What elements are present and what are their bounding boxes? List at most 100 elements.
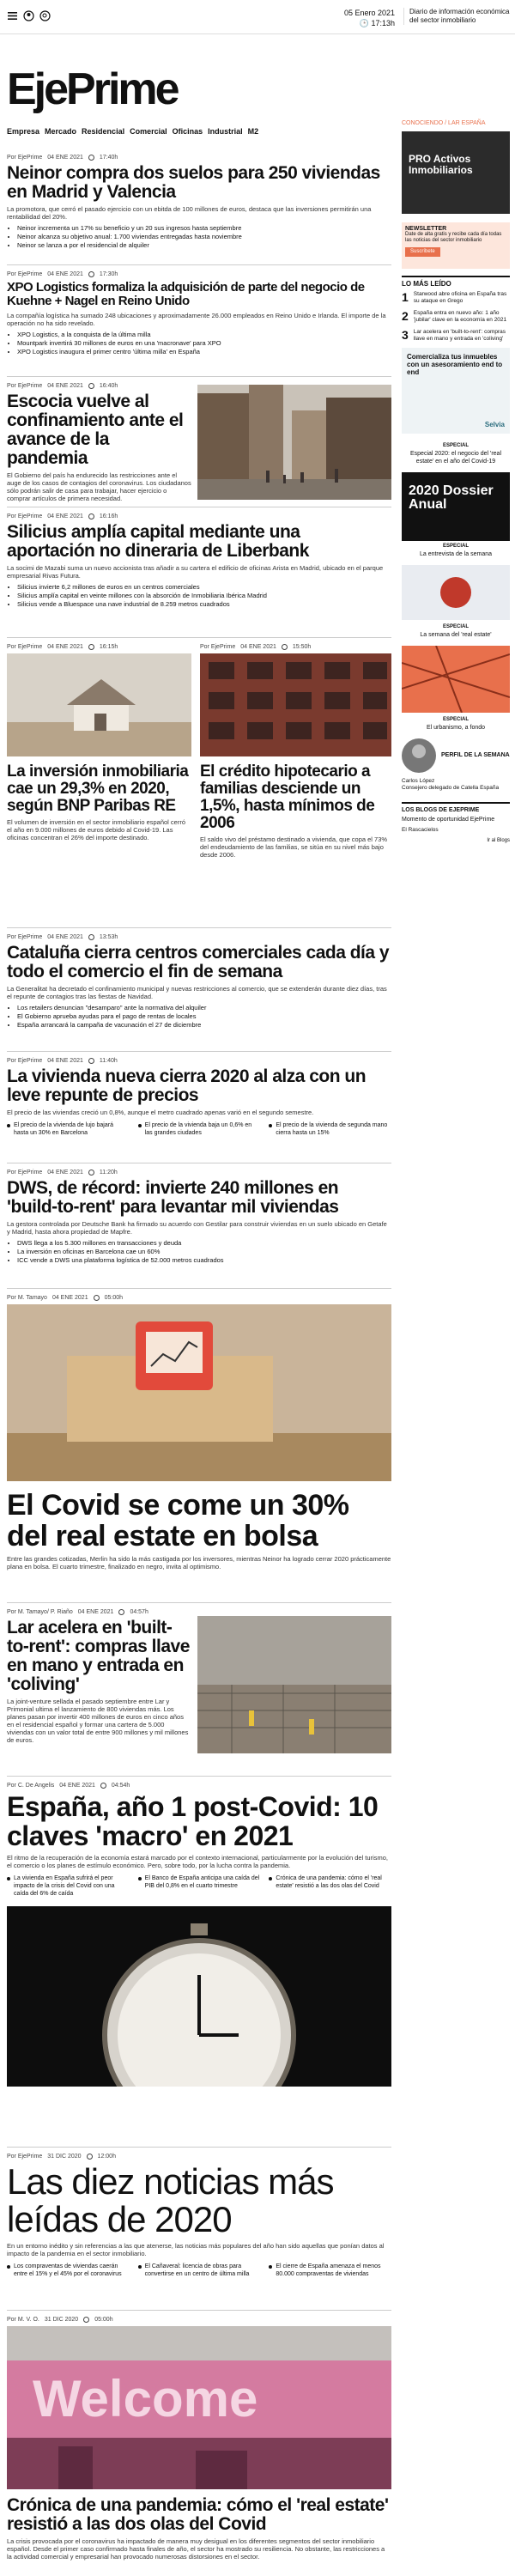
special-title[interactable]: La entrevista de la semana — [420, 551, 492, 557]
article-meta: Por EjePrime 04 ENE 2021 17:40h — [7, 155, 391, 161]
date: 04 ENE 2021 — [47, 155, 83, 161]
special-item[interactable]: ESPECIAL Especial 2020: el negocio del 'r… — [402, 442, 510, 465]
date: 04 ENE 2021 — [52, 1295, 88, 1301]
headline[interactable]: Escocia vuelve al confinamiento ante el … — [7, 392, 191, 468]
most-read-link[interactable]: España entra en nuevo año: 1 año 'jubila… — [414, 310, 510, 324]
related-link[interactable]: Neinor incrementa un 17% su beneficio y … — [17, 224, 391, 233]
headline[interactable]: Lar acelera en 'built-to-rent': compras … — [7, 1619, 191, 1694]
blogs-title: LOS BLOGS DE EJEPRIME — [402, 807, 480, 813]
wooden-blocks-photo[interactable] — [7, 1304, 391, 1481]
week-special-image[interactable] — [402, 565, 510, 620]
edinburgh-street-photo[interactable] — [197, 385, 391, 500]
profile-box[interactable]: PERFIL DE LA SEMANA — [402, 738, 510, 773]
related-link[interactable]: Neinor alcanza su objetivo anual: 1.700 … — [17, 233, 391, 241]
special-title[interactable]: El urbanismo, a fondo — [427, 725, 485, 731]
time: 16:40h — [99, 383, 118, 389]
headline[interactable]: La inversión inmobiliaria cae un 29,3% e… — [7, 763, 191, 815]
related-link[interactable]: La inversión en oficinas en Barcelona ca… — [17, 1248, 391, 1256]
time: 12:00h — [97, 2154, 116, 2160]
apartment-building-photo[interactable] — [200, 653, 391, 756]
user-icon[interactable] — [23, 10, 34, 21]
article-text: Por EjePrime 04 ENE 2021 16:40h Escocia vu… — [7, 383, 191, 502]
related-link[interactable]: DWS llega a los 5.300 millones en transa… — [17, 1239, 391, 1248]
special-item[interactable]: ESPECIAL El urbanismo, a fondo — [402, 716, 510, 732]
tagline: Diario de información económica del sect… — [403, 8, 511, 25]
related-link[interactable]: El cierre de España amenaza el menos 80.… — [269, 2263, 391, 2278]
lead: La crisis provocada por el coronavirus h… — [7, 2537, 385, 2561]
related-link[interactable]: El Cañaveral: licencia de obras para con… — [137, 2263, 261, 2278]
special-item[interactable]: ESPECIAL La entrevista de la semana — [402, 543, 510, 558]
welcome-banner-photo[interactable]: Welcome — [7, 2326, 391, 2489]
related-link[interactable]: Silicius invierte 6,2 millones de euros … — [17, 583, 391, 592]
blog-link[interactable]: Momento de oportunidad EjePrime — [402, 817, 510, 823]
author: Por M. V. O. — [7, 2317, 39, 2323]
special-title[interactable]: Especial 2020: el negocio del 'real esta… — [410, 451, 501, 465]
headline[interactable]: XPO Logistics formaliza la adquisición d… — [7, 281, 391, 308]
article-meta: Por EjePrime 04 ENE 2021 11:40h — [7, 1058, 391, 1064]
headline[interactable]: Crónica de una pandemia: cómo el 'real e… — [7, 2496, 391, 2534]
related-link[interactable]: Neinor se lanza a por el residencial de … — [17, 241, 391, 250]
time: 15:50h — [292, 644, 312, 650]
dossier-banner[interactable]: 2020 Dossier Anual — [402, 472, 510, 541]
lead: La joint-venture sellada el pasado septi… — [7, 1698, 189, 1744]
headline[interactable]: El Covid se come un 30% del real estate … — [7, 1490, 391, 1552]
nav-item[interactable]: Industrial — [208, 127, 243, 136]
related-link[interactable]: Silicius vende a Bluespace una nave indu… — [17, 600, 391, 609]
clock-icon — [88, 155, 94, 161]
blogs-more-link[interactable]: Ir al Blogs — [402, 838, 510, 843]
headline[interactable]: Silicius amplía capital mediante una apo… — [7, 523, 391, 561]
newsletter-text: Date de alta gratis y recibe cada día to… — [405, 232, 502, 243]
alarm-clock-photo[interactable] — [7, 1906, 391, 2132]
related-link[interactable]: Silicius amplía capital en veinte millon… — [17, 592, 391, 600]
related-link[interactable]: España arrancará la campaña de vacunació… — [17, 1021, 391, 1030]
headline[interactable]: Las diez noticias más leídas de 2020 — [7, 2163, 391, 2239]
related-link[interactable]: La vivienda en España sufrirá el peor im… — [7, 1874, 130, 1898]
most-read-item[interactable]: 2 España entra en nuevo año: 1 año 'jubil… — [402, 310, 510, 324]
search-icon[interactable] — [39, 10, 51, 21]
construction-site-photo[interactable] — [197, 1616, 391, 1753]
related-link[interactable]: El Banco de España anticipa una caída de… — [137, 1874, 261, 1898]
pro-activos-ad[interactable]: PRO Activos Inmobiliarios — [402, 131, 510, 214]
house-model-photo[interactable] — [7, 653, 191, 756]
related-link[interactable]: Mountpark invertirá 30 millones de euros… — [17, 339, 391, 348]
nav-item[interactable]: Residencial — [82, 127, 124, 136]
related-link[interactable]: ICC vende a DWS una plataforma logística… — [17, 1256, 391, 1265]
headline[interactable]: La vivienda nueva cierra 2020 al alza co… — [7, 1067, 391, 1105]
related-link[interactable]: Los retailers denuncian "desamparo" ante… — [17, 1004, 391, 1012]
most-read-item[interactable]: 3 Lar acelera en 'built-to-rent': compras… — [402, 329, 510, 343]
headline[interactable]: España, año 1 post-Covid: 10 claves 'mac… — [7, 1792, 391, 1850]
most-read-link[interactable]: Lar acelera en 'built-to-rent': compras … — [414, 329, 510, 343]
selvia-ad[interactable]: Comercializa tus inmuebles con un asesor… — [402, 348, 510, 434]
most-read-link[interactable]: Starwood abre oficina en España tras su … — [414, 291, 510, 305]
related-link[interactable]: El Gobierno aprueba ayudas para el pago … — [17, 1012, 391, 1021]
profile-info: Carlos López Consejero delegado de Catel… — [402, 778, 510, 792]
related-link[interactable]: XPO Logistics, a la conquista de la últi… — [17, 331, 391, 339]
related-link[interactable]: El precio de la vivienda de lujo bajará … — [7, 1121, 130, 1137]
subscribe-button[interactable]: Suscríbete — [405, 247, 440, 257]
related-link[interactable]: Los compraventas de viviendas caerán ent… — [7, 2263, 130, 2278]
nav-item[interactable]: Oficinas — [173, 127, 203, 136]
headline[interactable]: Neinor compra dos suelos para 250 vivien… — [7, 164, 391, 202]
related-links: El precio de la vivienda de lujo bajará … — [7, 1121, 391, 1137]
headline[interactable]: DWS, de récord: invierte 240 millones en… — [7, 1179, 391, 1217]
related-link[interactable]: Crónica de una pandemia: cómo el 'real e… — [269, 1874, 391, 1898]
special-title[interactable]: La semana del 'real estate' — [420, 632, 491, 638]
related-link[interactable]: El precio de la vivienda baja un 0,6% en… — [137, 1121, 261, 1137]
nav-item[interactable]: M2 — [248, 127, 259, 136]
headline[interactable]: Cataluña cierra centros comerciales cada… — [7, 944, 391, 981]
related-link[interactable]: El precio de la vivienda de segunda mano… — [269, 1121, 391, 1137]
special-item[interactable]: ESPECIAL La semana del 'real estate' — [402, 623, 510, 639]
nav-item[interactable]: Comercial — [130, 127, 167, 136]
lead: La gestora controlada por Deutsche Bank … — [7, 1220, 387, 1236]
most-read-item[interactable]: 1 Starwood abre oficina en España tras su… — [402, 291, 510, 305]
related-link[interactable]: XPO Logistics inaugura el primer centro … — [17, 348, 391, 356]
related-list: DWS llega a los 5.300 millones en transa… — [7, 1239, 391, 1265]
nav-item[interactable]: Empresa — [7, 127, 39, 136]
menu-icon[interactable] — [7, 10, 18, 21]
urbanism-special-image[interactable] — [401, 645, 511, 714]
headline[interactable]: El crédito hipotecario a familias descie… — [200, 763, 391, 832]
nav-item[interactable]: Mercado — [45, 127, 76, 136]
time: 04:57h — [130, 1609, 148, 1615]
date: 04 ENE 2021 — [47, 271, 83, 277]
site-logo[interactable]: EjePrime — [7, 67, 180, 112]
